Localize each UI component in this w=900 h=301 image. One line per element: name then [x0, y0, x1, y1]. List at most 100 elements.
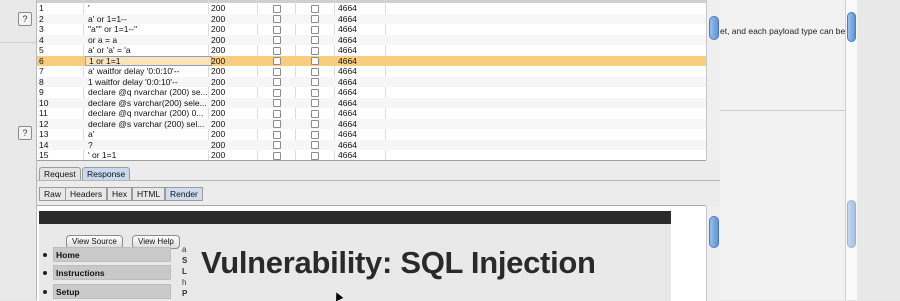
- checkbox[interactable]: [273, 57, 281, 65]
- menu-item-setup[interactable]: Setup: [53, 284, 171, 299]
- checkbox[interactable]: [311, 57, 319, 65]
- checkbox[interactable]: [311, 78, 319, 86]
- text-fragment: a: [182, 245, 187, 254]
- checkbox[interactable]: [273, 46, 281, 55]
- tab-raw[interactable]: Raw: [39, 187, 67, 201]
- table-row[interactable]: 12 declare @s varchar (200) sel... 200 4664: [37, 118, 706, 129]
- status-cell: 200: [211, 87, 226, 97]
- scrollbar-thumb[interactable]: [709, 15, 719, 40]
- status-cell: 200: [211, 129, 226, 139]
- checkbox[interactable]: [311, 46, 319, 55]
- status-cell: 200: [211, 150, 226, 160]
- checkbox[interactable]: [273, 78, 281, 86]
- divider: [720, 110, 845, 111]
- length-cell: 4664: [338, 129, 357, 139]
- checkbox[interactable]: [273, 151, 281, 160]
- table-row[interactable]: 10 declare @s varchar(200) sele... 200 4664: [37, 97, 706, 109]
- table-row[interactable]: 1 ' 200 4664: [37, 3, 706, 14]
- table-row[interactable]: 7 a' waitfor delay '0:0:10'-- 200 4664: [37, 66, 706, 77]
- checkbox[interactable]: [311, 109, 319, 118]
- tab-html[interactable]: HTML: [132, 187, 166, 201]
- payload-cell: declare @s varchar(200) sele...: [88, 97, 207, 108]
- table-row[interactable]: 13 a' 200 4664: [37, 129, 706, 140]
- row-number: 1: [39, 3, 44, 13]
- table-row[interactable]: 2 a' or 1=1-- 200 4664: [37, 13, 706, 24]
- divider: [37, 180, 721, 181]
- checkbox-cell: [311, 77, 321, 88]
- checkbox[interactable]: [311, 130, 319, 139]
- table-row[interactable]: 15 ' or 1=1 200 4664: [37, 150, 706, 160]
- checkbox[interactable]: [273, 99, 281, 107]
- checkbox[interactable]: [273, 25, 281, 34]
- checkbox[interactable]: [273, 130, 281, 139]
- checkbox[interactable]: [273, 88, 281, 97]
- menu-item-instructions[interactable]: Instructions: [53, 265, 171, 280]
- checkbox[interactable]: [273, 109, 281, 118]
- checkbox[interactable]: [311, 141, 319, 149]
- row-number: 11: [39, 108, 48, 118]
- checkbox[interactable]: [311, 4, 319, 13]
- message-tabs: Request Response: [37, 165, 706, 181]
- length-cell: 4664: [338, 3, 357, 13]
- row-number: 4: [39, 34, 44, 45]
- payload-cell: a' or 'a' = 'a: [88, 45, 131, 55]
- checkbox[interactable]: [311, 25, 319, 34]
- row-number: 8: [39, 76, 44, 87]
- tab-render[interactable]: Render: [165, 187, 203, 201]
- tab-response[interactable]: Response: [82, 167, 131, 181]
- table-row[interactable]: 8 1 waitfor delay '0:0:10'-- 200 4664: [37, 76, 706, 88]
- table-row[interactable]: 9 declare @q nvarchar (200) se... 200 4664: [37, 87, 706, 98]
- payload-cell: 1 or 1=1: [85, 55, 212, 66]
- payload-cell: declare @s varchar (200) sel...: [88, 118, 205, 129]
- table-row[interactable]: 14? 200 4664: [37, 139, 706, 151]
- scrollbar-thumb[interactable]: [847, 12, 856, 42]
- checkbox-cell: [311, 98, 321, 109]
- payload-cell: 1 waitfor delay '0:0:10'--: [88, 76, 178, 87]
- checkbox[interactable]: [311, 15, 319, 23]
- checkbox-cell: [273, 140, 283, 151]
- row-number: 9: [39, 87, 44, 97]
- checkbox[interactable]: [273, 120, 281, 128]
- render-scrollbar[interactable]: [706, 206, 720, 301]
- tab-hex[interactable]: Hex: [107, 187, 133, 201]
- checkbox[interactable]: [311, 36, 319, 44]
- table-scrollbar[interactable]: [706, 0, 720, 160]
- help-icon[interactable]: ?: [18, 126, 32, 140]
- row-number: 2: [39, 13, 44, 24]
- menu-item-home[interactable]: Home: [53, 247, 171, 262]
- help-icon[interactable]: ?: [18, 12, 32, 26]
- table-row[interactable]: 5 a' or 'a' = 'a 200 4664: [37, 45, 706, 56]
- checkbox[interactable]: [273, 67, 281, 76]
- length-cell: 4664: [338, 97, 357, 108]
- checkbox[interactable]: [273, 141, 281, 149]
- length-cell: 4664: [338, 118, 357, 129]
- scrollbar-thumb[interactable]: [709, 216, 719, 248]
- row-number: 15: [39, 150, 49, 160]
- checkbox[interactable]: [273, 15, 281, 23]
- table-row[interactable]: 6 1 or 1=1 200 4664: [37, 55, 706, 66]
- tab-headers[interactable]: Headers: [65, 187, 108, 201]
- checkbox-cell: [273, 108, 283, 119]
- checkbox[interactable]: [311, 151, 319, 160]
- checkbox-cell: [311, 66, 321, 77]
- checkbox[interactable]: [311, 67, 319, 76]
- checkbox[interactable]: [273, 36, 281, 44]
- length-cell: 4664: [338, 55, 357, 66]
- checkbox-cell: [311, 35, 321, 46]
- results-table: 1 ' 200 4664 2 a' or 1=1-- 200 4664 3 "a"" or 1=1…: [37, 0, 706, 161]
- checkbox[interactable]: [311, 120, 319, 128]
- checkbox[interactable]: [273, 4, 281, 13]
- table-row[interactable]: 11 declare @q nvarchar (200) 0... 200 4664: [37, 108, 706, 119]
- status-cell: 200: [211, 24, 226, 34]
- scrollbar-thumb[interactable]: [847, 200, 856, 248]
- status-cell: 200: [211, 108, 226, 118]
- payload-cell: a' waitfor delay '0:0:10'--: [88, 66, 180, 76]
- checkbox[interactable]: [311, 88, 319, 97]
- checkbox[interactable]: [311, 99, 319, 107]
- right-scrollbar[interactable]: [845, 0, 857, 300]
- table-row[interactable]: 4 or a = a 200 4664: [37, 34, 706, 46]
- length-cell: 4664: [338, 87, 357, 97]
- tab-request[interactable]: Request: [39, 167, 81, 181]
- row-number: 14: [39, 139, 49, 150]
- table-row[interactable]: 3 "a"" or 1=1--" 200 4664: [37, 24, 706, 35]
